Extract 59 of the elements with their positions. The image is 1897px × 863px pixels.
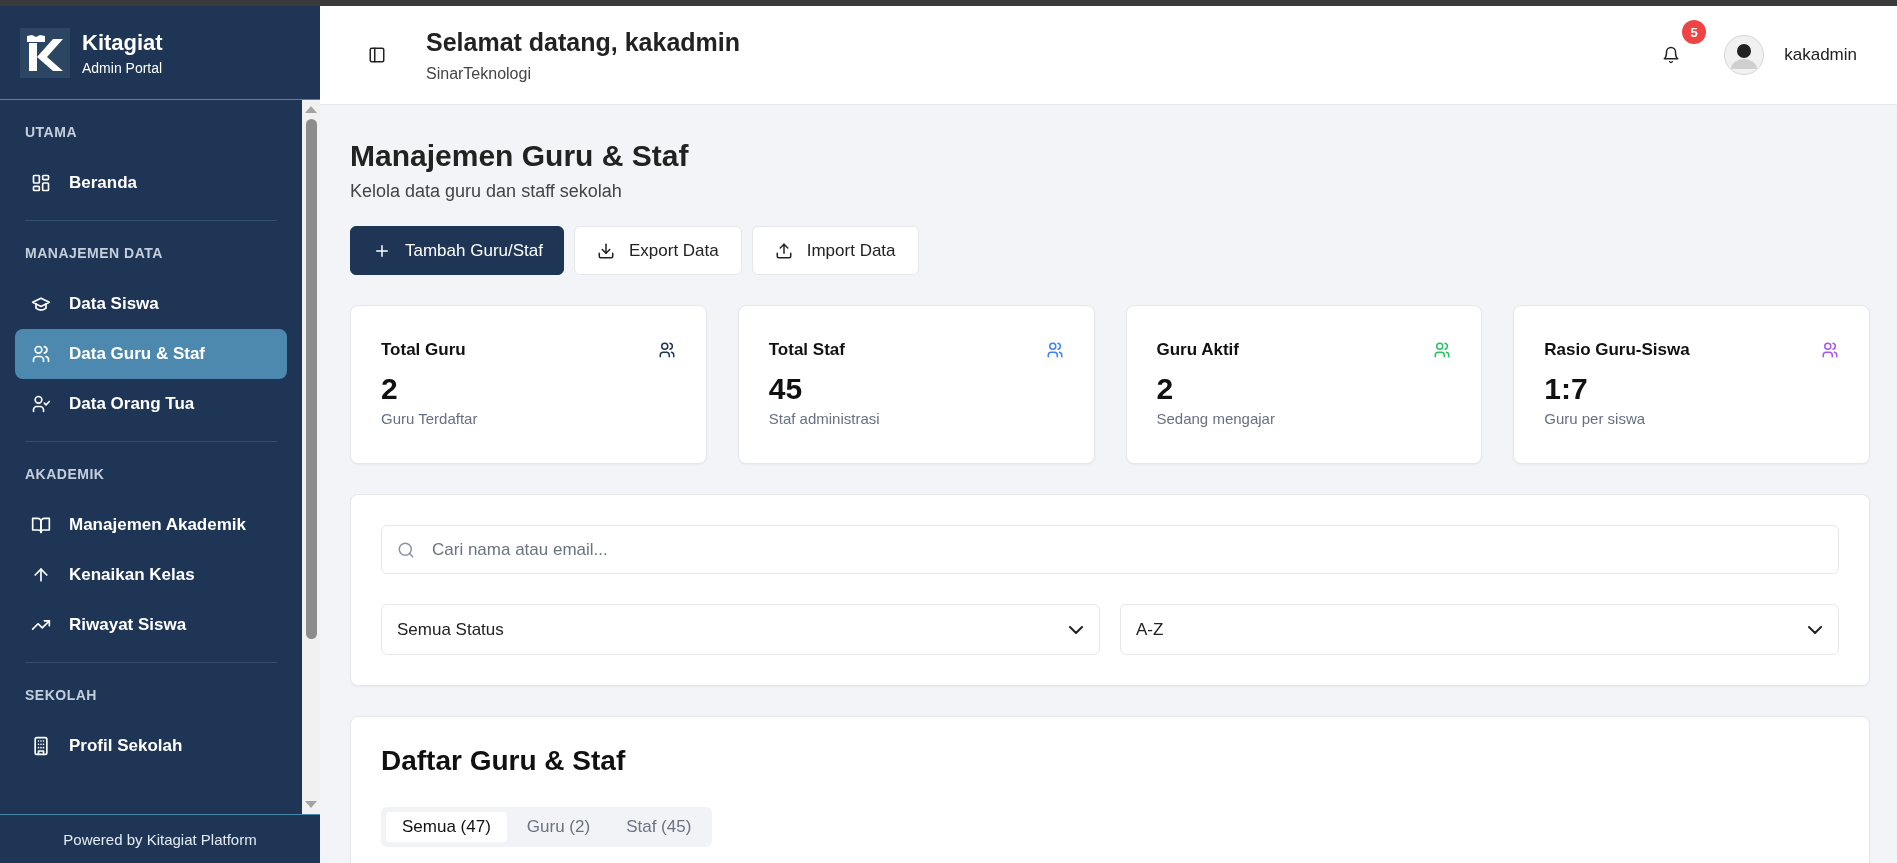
brand-subtitle: Admin Portal — [82, 59, 163, 76]
filter-tab[interactable]: Semua (47) — [386, 812, 507, 842]
download-icon — [596, 241, 615, 260]
add-button[interactable]: Tambah Guru/Staf — [350, 226, 564, 275]
filter-tab[interactable]: Staf (45) — [610, 812, 708, 842]
stat-title: Total Staf — [768, 340, 845, 360]
stat-caption: Staf administrasi — [768, 410, 881, 427]
stat-value: 2 — [1156, 372, 1175, 406]
graduation-cap-icon — [31, 294, 51, 314]
filter-tab[interactable]: Guru (2) — [510, 812, 607, 842]
nav-item[interactable]: Riwayat Siswa — [15, 600, 287, 650]
welcome-title: Selamat datang, kakadmin — [426, 27, 740, 57]
users-icon — [31, 344, 51, 364]
stat-value: 2 — [381, 372, 399, 406]
select-dropdown[interactable]: Semua Status — [381, 604, 1100, 655]
panel-icon — [368, 46, 386, 64]
section-heading: SEKOLAH — [25, 686, 98, 705]
book-icon — [31, 515, 51, 535]
building-icon — [31, 736, 51, 756]
chevron-down-icon — [1808, 625, 1822, 634]
upload-icon — [774, 241, 793, 260]
avatar-icon[interactable] — [1724, 35, 1765, 75]
scrollbar[interactable] — [302, 100, 320, 814]
stat-caption: Sedang mengajar — [1156, 410, 1276, 427]
nav-item[interactable]: Manajemen Akademik — [15, 500, 287, 550]
nav-item[interactable]: Data Guru & Staf — [15, 329, 287, 379]
notification-badge: 5 — [1682, 20, 1707, 44]
brand-name: Kitagiat — [82, 29, 163, 56]
stat-value: 45 — [768, 372, 804, 406]
user-check-icon — [31, 394, 51, 414]
search-field[interactable]: Cari nama atau email... — [381, 525, 1839, 574]
section-heading: UTAMA — [25, 123, 78, 142]
stat-title: Guru Aktif — [1156, 340, 1239, 360]
nav-item[interactable]: Beranda — [15, 158, 287, 208]
section-heading: AKADEMIK — [25, 465, 106, 484]
school-name: SinarTeknologi — [426, 64, 532, 83]
stat-title: Rasio Guru-Siswa — [1544, 340, 1690, 360]
page-title: Manajemen Guru & Staf — [350, 139, 690, 173]
export-button[interactable]: Export Data — [573, 226, 742, 275]
footer-text: Powered by Kitagiat Platform — [63, 830, 257, 848]
chevron-down-icon — [1069, 625, 1083, 634]
stat-value: 1:7 — [1544, 372, 1589, 406]
nav-item[interactable]: Kenaikan Kelas — [15, 550, 287, 600]
page-subtitle: Kelola data guru dan staff sekolah — [350, 181, 623, 202]
section-heading: MANAJEMEN DATA — [25, 244, 164, 263]
grid-icon — [31, 173, 51, 193]
logo-icon — [20, 27, 70, 78]
stat-caption: Guru per siswa — [1544, 410, 1647, 427]
search-icon — [397, 541, 415, 559]
nav-item[interactable]: Data Siswa — [15, 279, 287, 329]
user-name[interactable]: kakadmin — [1784, 45, 1857, 65]
select-dropdown[interactable]: A-Z — [1120, 604, 1839, 655]
stat-title: Total Guru — [381, 340, 466, 360]
nav-item[interactable]: Data Orang Tua — [15, 379, 287, 429]
nav-item[interactable]: Profil Sekolah — [15, 721, 287, 771]
bell-icon — [1662, 46, 1681, 64]
list-title: Daftar Guru & Staf — [381, 745, 627, 777]
import-button[interactable]: Import Data — [751, 226, 919, 275]
stat-caption: Guru Terdaftar — [381, 410, 479, 427]
